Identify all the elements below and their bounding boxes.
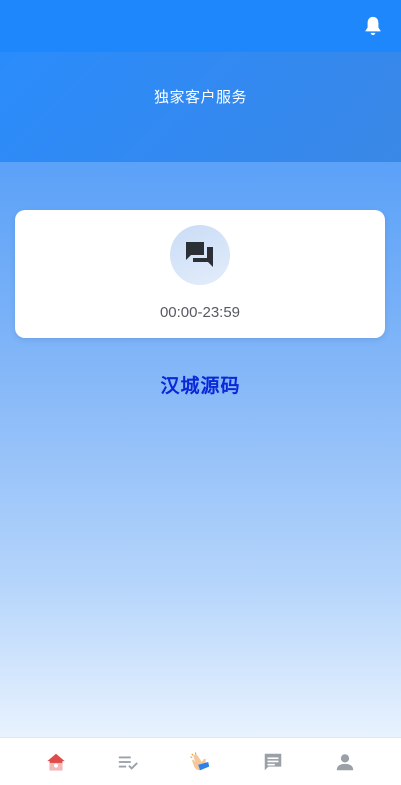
nav-item-messages[interactable]	[253, 742, 293, 782]
chat-bubbles-icon	[170, 225, 230, 285]
nav-item-clap[interactable]	[180, 742, 220, 782]
header-banner: 独家客户服务	[0, 52, 401, 162]
app-root: 独家客户服务 00:00-23:59 汉城源码	[0, 0, 401, 785]
home-icon	[47, 753, 65, 770]
service-hours: 00:00-23:59	[159, 304, 241, 321]
user-icon	[336, 753, 354, 770]
customer-service-card[interactable]: 00:00-23:59	[15, 210, 385, 338]
top-bar	[0, 0, 401, 52]
bottom-nav	[0, 737, 401, 785]
nav-item-home[interactable]	[36, 742, 76, 782]
bell-icon[interactable]	[363, 15, 383, 37]
task-list-icon	[119, 756, 139, 770]
message-icon	[264, 753, 281, 770]
clap-hand-icon	[190, 751, 210, 770]
nav-item-profile[interactable]	[325, 742, 365, 782]
brand-watermark: 汉城源码	[160, 375, 241, 397]
nav-item-tasks[interactable]	[108, 742, 148, 782]
page-title: 独家客户服务	[153, 88, 247, 106]
